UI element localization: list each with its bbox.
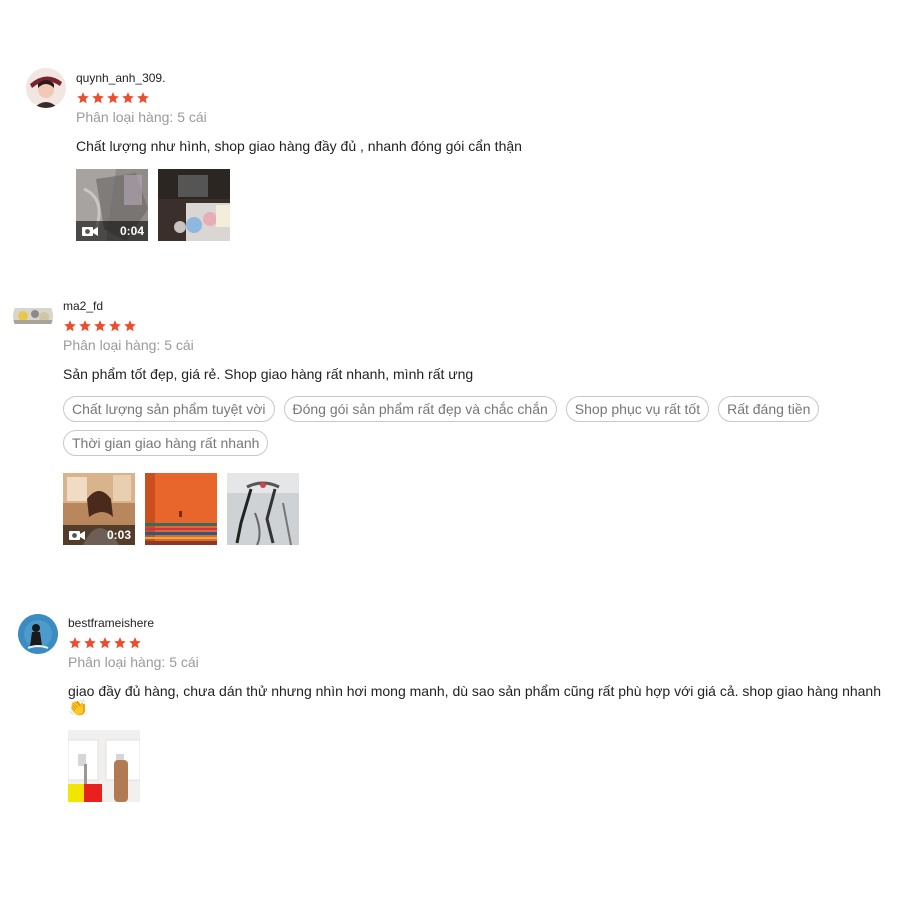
review-tag: Shop phục vụ rất tốt [565, 396, 710, 422]
review-tag: Đóng gói sản phẩm rất đẹp và chắc chắn [283, 396, 557, 422]
star-icon [79, 320, 91, 332]
image-thumbnail[interactable] [227, 473, 299, 545]
image-thumbnail[interactable] [158, 169, 230, 241]
star-icon [137, 92, 149, 104]
video-thumbnail[interactable]: 0:03 [63, 473, 135, 545]
rating-stars [63, 319, 137, 333]
star-icon [99, 637, 111, 649]
review-tags: Chất lượng sản phẩm tuyệt vời Đóng gói sả… [63, 396, 863, 456]
star-icon [64, 320, 76, 332]
rating-stars [76, 91, 150, 105]
video-camera-icon [82, 226, 98, 236]
review-comment: Chất lượng như hình, shop giao hàng đầy … [76, 138, 522, 154]
media-list: 0:04 [76, 169, 230, 241]
username[interactable]: quynh_anh_309. [76, 71, 165, 85]
star-icon [94, 320, 106, 332]
clapping-hands-emoji: 👏 [68, 700, 88, 717]
star-icon [77, 92, 89, 104]
username[interactable]: ma2_fd [63, 299, 103, 313]
avatar[interactable] [18, 614, 58, 654]
avatar[interactable] [13, 296, 53, 336]
comment-text: giao đầy đủ hàng, chưa dán thử nhưng nhì… [68, 683, 881, 699]
star-icon [114, 637, 126, 649]
star-icon [122, 92, 134, 104]
username[interactable]: bestframeishere [68, 616, 154, 630]
star-icon [84, 637, 96, 649]
star-icon [69, 637, 81, 649]
video-duration: 0:04 [119, 224, 144, 238]
video-thumbnail[interactable]: 0:04 [76, 169, 148, 241]
video-bar: 0:03 [63, 525, 135, 545]
variation-label: Phân loại hàng: 5 cái [68, 654, 199, 670]
variation-label: Phân loại hàng: 5 cái [76, 109, 207, 125]
video-duration: 0:03 [106, 528, 131, 542]
variation-label: Phân loại hàng: 5 cái [63, 337, 194, 353]
image-thumbnail[interactable] [145, 473, 217, 545]
media-list: 0:03 [63, 473, 299, 545]
video-bar: 0:04 [76, 221, 148, 241]
video-camera-icon [69, 530, 85, 540]
review-tag: Rất đáng tiền [718, 396, 820, 422]
star-icon [92, 92, 104, 104]
image-thumbnail[interactable] [68, 730, 140, 802]
review-comment: giao đầy đủ hàng, chưa dán thử nhưng nhì… [68, 683, 888, 717]
rating-stars [68, 636, 142, 650]
review-tag: Thời gian giao hàng rất nhanh [63, 430, 269, 456]
star-icon [124, 320, 136, 332]
review-tag: Chất lượng sản phẩm tuyệt vời [63, 396, 275, 422]
media-list [68, 730, 140, 802]
star-icon [129, 637, 141, 649]
avatar[interactable] [26, 68, 66, 108]
review-comment: Sản phẩm tốt đẹp, giá rẻ. Shop giao hàng… [63, 366, 474, 382]
star-icon [107, 92, 119, 104]
star-icon [109, 320, 121, 332]
